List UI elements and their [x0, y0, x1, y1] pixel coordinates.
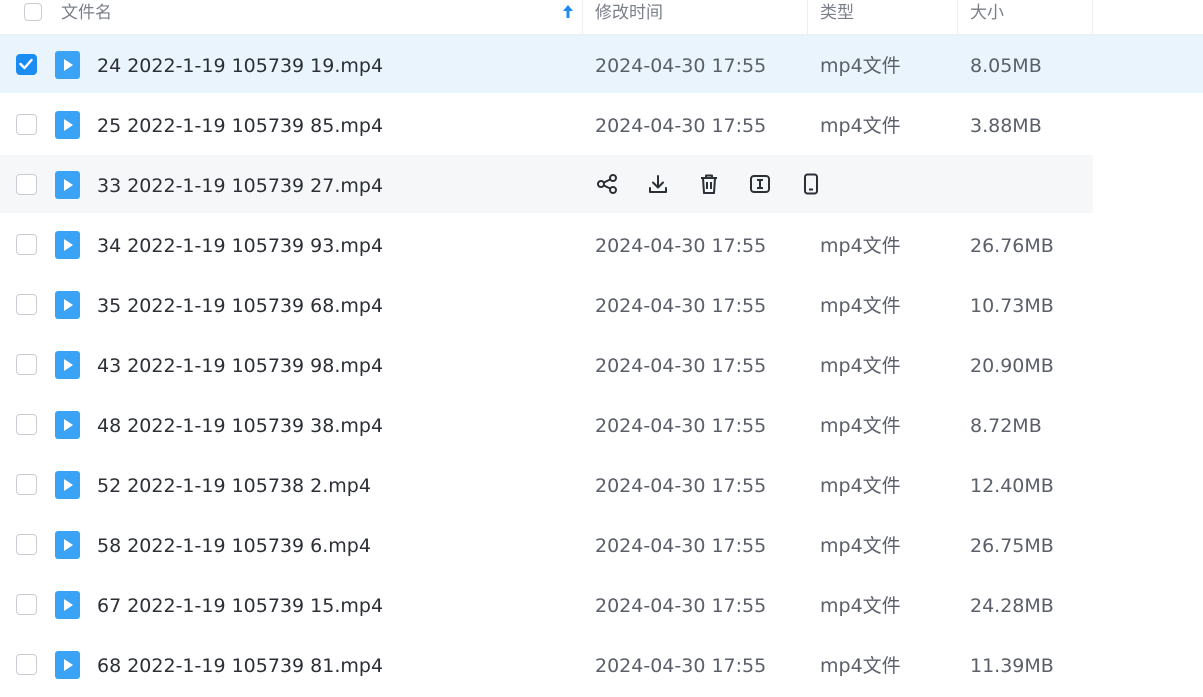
file-type: mp4文件: [820, 55, 901, 77]
table-row[interactable]: 52 2022-1-19 105738 2.mp4 2024-04-30 17:5…: [0, 455, 1093, 513]
video-file-icon: [55, 51, 80, 79]
file-type: mp4文件: [820, 115, 901, 137]
video-file-icon: [55, 231, 80, 259]
video-file-icon: [55, 291, 80, 319]
file-size: 10.73MB: [970, 295, 1054, 317]
file-type: mp4文件: [820, 355, 901, 377]
file-name[interactable]: 34 2022-1-19 105739 93.mp4: [97, 215, 383, 277]
modified-time: 2024-04-30 17:55: [595, 355, 767, 377]
column-header-type[interactable]: 类型: [820, 0, 958, 34]
file-size: 24.28MB: [970, 595, 1054, 617]
file-size: 11.39MB: [970, 655, 1054, 677]
table-row[interactable]: 35 2022-1-19 105739 68.mp4 2024-04-30 17:…: [0, 275, 1093, 333]
modified-time: 2024-04-30 17:55: [595, 55, 767, 77]
modified-time: 2024-04-30 17:55: [595, 415, 767, 437]
row-checkbox[interactable]: [16, 294, 37, 315]
file-size: 26.76MB: [970, 235, 1054, 257]
row-checkbox[interactable]: [16, 234, 37, 255]
phone-icon[interactable]: [799, 172, 823, 196]
table-row[interactable]: 33 2022-1-19 105739 27.mp4: [0, 155, 1093, 213]
row-checkbox[interactable]: [16, 414, 37, 435]
file-name[interactable]: 35 2022-1-19 105739 68.mp4: [97, 275, 383, 337]
row-checkbox[interactable]: [16, 594, 37, 615]
row-checkbox[interactable]: [16, 54, 37, 75]
file-name[interactable]: 25 2022-1-19 105739 85.mp4: [97, 95, 383, 157]
row-checkbox[interactable]: [16, 114, 37, 135]
modified-time: 2024-04-30 17:55: [595, 115, 767, 137]
delete-icon[interactable]: [697, 172, 721, 196]
file-name[interactable]: 58 2022-1-19 105739 6.mp4: [97, 515, 371, 577]
row-checkbox[interactable]: [16, 354, 37, 375]
file-name[interactable]: 24 2022-1-19 105739 19.mp4: [97, 35, 383, 97]
video-file-icon: [55, 351, 80, 379]
table-row[interactable]: 67 2022-1-19 105739 15.mp4 2024-04-30 17:…: [0, 575, 1093, 633]
video-file-icon: [55, 591, 80, 619]
file-name[interactable]: 68 2022-1-19 105739 81.mp4: [97, 635, 383, 697]
file-name[interactable]: 33 2022-1-19 105739 27.mp4: [97, 155, 383, 217]
column-header-size[interactable]: 大小: [970, 0, 1093, 34]
video-file-icon: [55, 651, 80, 679]
sort-ascending-icon[interactable]: [562, 3, 574, 21]
file-size: 3.88MB: [970, 115, 1042, 137]
file-type: mp4文件: [820, 415, 901, 437]
share-icon[interactable]: [595, 172, 619, 196]
table-row[interactable]: 58 2022-1-19 105739 6.mp4 2024-04-30 17:5…: [0, 515, 1093, 573]
video-file-icon: [55, 531, 80, 559]
modified-time: 2024-04-30 17:55: [595, 655, 767, 677]
file-name[interactable]: 52 2022-1-19 105738 2.mp4: [97, 455, 371, 517]
file-type: mp4文件: [820, 295, 901, 317]
file-name[interactable]: 48 2022-1-19 105739 38.mp4: [97, 395, 383, 457]
file-name[interactable]: 67 2022-1-19 105739 15.mp4: [97, 575, 383, 637]
file-type: mp4文件: [820, 595, 901, 617]
select-all-checkbox[interactable]: [24, 3, 42, 21]
file-type: mp4文件: [820, 535, 901, 557]
file-type: mp4文件: [820, 655, 901, 677]
file-type: mp4文件: [820, 475, 901, 497]
file-size: 20.90MB: [970, 355, 1054, 377]
file-list-table: 文件名 修改时间 类型 大小 24 2022-1-19 105739 19.mp…: [0, 0, 1203, 697]
table-row[interactable]: 68 2022-1-19 105739 81.mp4 2024-04-30 17:…: [0, 635, 1093, 693]
file-type: mp4文件: [820, 235, 901, 257]
table-row[interactable]: 34 2022-1-19 105739 93.mp4 2024-04-30 17:…: [0, 215, 1093, 273]
table-row[interactable]: 24 2022-1-19 105739 19.mp4 2024-04-30 17:…: [0, 35, 1203, 93]
file-size: 12.40MB: [970, 475, 1054, 497]
modified-time: 2024-04-30 17:55: [595, 535, 767, 557]
file-size: 8.05MB: [970, 55, 1042, 77]
video-file-icon: [55, 111, 80, 139]
file-size: 8.72MB: [970, 415, 1042, 437]
row-checkbox[interactable]: [16, 474, 37, 495]
table-row[interactable]: 43 2022-1-19 105739 98.mp4 2024-04-30 17:…: [0, 335, 1093, 393]
row-checkbox[interactable]: [16, 174, 37, 195]
download-icon[interactable]: [646, 172, 670, 196]
column-header-mtime[interactable]: 修改时间: [595, 0, 808, 34]
rename-icon[interactable]: [748, 172, 772, 196]
column-header-mtime-label: 修改时间: [595, 3, 663, 23]
column-header-name-label: 文件名: [61, 3, 112, 23]
modified-time: 2024-04-30 17:55: [595, 235, 767, 257]
modified-time: 2024-04-30 17:55: [595, 475, 767, 497]
row-checkbox[interactable]: [16, 654, 37, 675]
table-row[interactable]: 25 2022-1-19 105739 85.mp4 2024-04-30 17:…: [0, 95, 1093, 153]
column-header-name[interactable]: 文件名: [61, 0, 583, 34]
column-header-size-label: 大小: [970, 3, 1004, 23]
checkmark-icon: [19, 58, 33, 70]
video-file-icon: [55, 471, 80, 499]
video-file-icon: [55, 411, 80, 439]
video-file-icon: [55, 171, 80, 199]
column-header-type-label: 类型: [820, 3, 854, 23]
modified-time: 2024-04-30 17:55: [595, 595, 767, 617]
file-size: 26.75MB: [970, 535, 1054, 557]
table-row[interactable]: 48 2022-1-19 105739 38.mp4 2024-04-30 17:…: [0, 395, 1093, 453]
table-header: 文件名 修改时间 类型 大小: [0, 0, 1203, 35]
file-name[interactable]: 43 2022-1-19 105739 98.mp4: [97, 335, 383, 397]
row-checkbox[interactable]: [16, 534, 37, 555]
modified-time: 2024-04-30 17:55: [595, 295, 767, 317]
